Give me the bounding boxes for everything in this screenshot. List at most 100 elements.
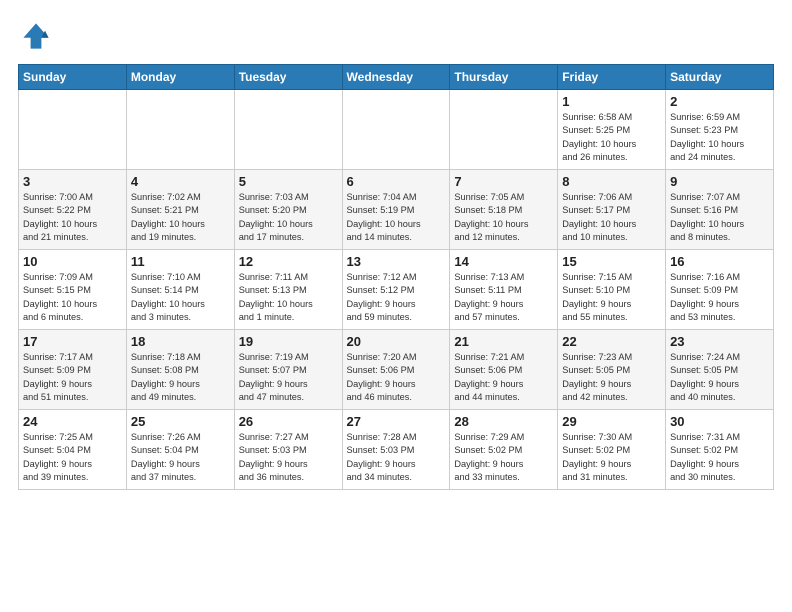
day-number: 27 (347, 414, 446, 429)
day-info: Sunrise: 7:13 AM Sunset: 5:11 PM Dayligh… (454, 271, 553, 324)
day-number: 17 (23, 334, 122, 349)
day-info: Sunrise: 7:27 AM Sunset: 5:03 PM Dayligh… (239, 431, 338, 484)
day-cell: 24Sunrise: 7:25 AM Sunset: 5:04 PM Dayli… (19, 410, 127, 490)
day-cell: 23 Sunrise: 7:24 AM Sunset: 5:05 PM Dayli… (666, 330, 774, 410)
day-number: 3 (23, 174, 122, 189)
day-number: 11 (131, 254, 230, 269)
week-row-0: 1Sunrise: 6:58 AM Sunset: 5:25 PM Daylig… (19, 90, 774, 170)
day-cell: 22 Sunrise: 7:23 AM Sunset: 5:05 PM Dayli… (558, 330, 666, 410)
day-info: Sunrise: 7:21 AM Sunset: 5:06 PM Dayligh… (454, 351, 553, 404)
day-info: Sunrise: 7:17 AM Sunset: 5:09 PM Dayligh… (23, 351, 122, 404)
day-info: Sunrise: 7:16 AM Sunset: 5:09 PM Dayligh… (670, 271, 769, 324)
day-info: Sunrise: 7:09 AM Sunset: 5:15 PM Dayligh… (23, 271, 122, 324)
day-cell: 12 Sunrise: 7:11 AM Sunset: 5:13 PM Dayli… (234, 250, 342, 330)
day-cell: 1Sunrise: 6:58 AM Sunset: 5:25 PM Daylig… (558, 90, 666, 170)
day-cell: 16 Sunrise: 7:16 AM Sunset: 5:09 PM Dayli… (666, 250, 774, 330)
day-cell: 20 Sunrise: 7:20 AM Sunset: 5:06 PM Dayli… (342, 330, 450, 410)
day-info: Sunrise: 7:24 AM Sunset: 5:05 PM Dayligh… (670, 351, 769, 404)
day-cell (450, 90, 558, 170)
day-info: Sunrise: 7:00 AM Sunset: 5:22 PM Dayligh… (23, 191, 122, 244)
day-number: 15 (562, 254, 661, 269)
day-number: 10 (23, 254, 122, 269)
day-cell: 6 Sunrise: 7:04 AM Sunset: 5:19 PM Daylig… (342, 170, 450, 250)
logo-icon (18, 18, 54, 54)
header (18, 18, 774, 54)
day-header-friday: Friday (558, 65, 666, 90)
day-info: Sunrise: 7:05 AM Sunset: 5:18 PM Dayligh… (454, 191, 553, 244)
day-info: Sunrise: 7:02 AM Sunset: 5:21 PM Dayligh… (131, 191, 230, 244)
header-row: SundayMondayTuesdayWednesdayThursdayFrid… (19, 65, 774, 90)
day-info: Sunrise: 7:06 AM Sunset: 5:17 PM Dayligh… (562, 191, 661, 244)
day-info: Sunrise: 7:28 AM Sunset: 5:03 PM Dayligh… (347, 431, 446, 484)
day-info: Sunrise: 7:10 AM Sunset: 5:14 PM Dayligh… (131, 271, 230, 324)
day-info: Sunrise: 7:11 AM Sunset: 5:13 PM Dayligh… (239, 271, 338, 324)
day-number: 23 (670, 334, 769, 349)
day-cell (342, 90, 450, 170)
day-cell: 19Sunrise: 7:19 AM Sunset: 5:07 PM Dayli… (234, 330, 342, 410)
day-number: 4 (131, 174, 230, 189)
day-cell: 13Sunrise: 7:12 AM Sunset: 5:12 PM Dayli… (342, 250, 450, 330)
day-number: 12 (239, 254, 338, 269)
day-number: 6 (347, 174, 446, 189)
day-info: Sunrise: 7:26 AM Sunset: 5:04 PM Dayligh… (131, 431, 230, 484)
day-number: 13 (347, 254, 446, 269)
day-cell: 30 Sunrise: 7:31 AM Sunset: 5:02 PM Dayli… (666, 410, 774, 490)
day-cell: 4 Sunrise: 7:02 AM Sunset: 5:21 PM Daylig… (126, 170, 234, 250)
day-cell: 10 Sunrise: 7:09 AM Sunset: 5:15 PM Dayli… (19, 250, 127, 330)
page: SundayMondayTuesdayWednesdayThursdayFrid… (0, 0, 792, 502)
day-info: Sunrise: 7:30 AM Sunset: 5:02 PM Dayligh… (562, 431, 661, 484)
day-cell: 17 Sunrise: 7:17 AM Sunset: 5:09 PM Dayli… (19, 330, 127, 410)
day-cell: 11 Sunrise: 7:10 AM Sunset: 5:14 PM Dayli… (126, 250, 234, 330)
calendar-table: SundayMondayTuesdayWednesdayThursdayFrid… (18, 64, 774, 490)
day-cell: 7 Sunrise: 7:05 AM Sunset: 5:18 PM Daylig… (450, 170, 558, 250)
day-number: 20 (347, 334, 446, 349)
day-cell: 21 Sunrise: 7:21 AM Sunset: 5:06 PM Dayli… (450, 330, 558, 410)
day-number: 16 (670, 254, 769, 269)
day-number: 8 (562, 174, 661, 189)
day-cell (19, 90, 127, 170)
day-header-sunday: Sunday (19, 65, 127, 90)
day-number: 18 (131, 334, 230, 349)
day-info: Sunrise: 7:04 AM Sunset: 5:19 PM Dayligh… (347, 191, 446, 244)
day-info: Sunrise: 7:07 AM Sunset: 5:16 PM Dayligh… (670, 191, 769, 244)
day-cell: 18 Sunrise: 7:18 AM Sunset: 5:08 PM Dayli… (126, 330, 234, 410)
day-number: 22 (562, 334, 661, 349)
day-number: 9 (670, 174, 769, 189)
day-number: 7 (454, 174, 553, 189)
day-cell: 15 Sunrise: 7:15 AM Sunset: 5:10 PM Dayli… (558, 250, 666, 330)
day-cell: 26Sunrise: 7:27 AM Sunset: 5:03 PM Dayli… (234, 410, 342, 490)
day-header-monday: Monday (126, 65, 234, 90)
day-info: Sunrise: 7:20 AM Sunset: 5:06 PM Dayligh… (347, 351, 446, 404)
day-number: 19 (239, 334, 338, 349)
day-info: Sunrise: 7:18 AM Sunset: 5:08 PM Dayligh… (131, 351, 230, 404)
day-number: 14 (454, 254, 553, 269)
calendar-body: 1Sunrise: 6:58 AM Sunset: 5:25 PM Daylig… (19, 90, 774, 490)
week-row-3: 17 Sunrise: 7:17 AM Sunset: 5:09 PM Dayli… (19, 330, 774, 410)
day-header-thursday: Thursday (450, 65, 558, 90)
calendar-header: SundayMondayTuesdayWednesdayThursdayFrid… (19, 65, 774, 90)
day-number: 2 (670, 94, 769, 109)
day-info: Sunrise: 7:31 AM Sunset: 5:02 PM Dayligh… (670, 431, 769, 484)
day-info: Sunrise: 7:15 AM Sunset: 5:10 PM Dayligh… (562, 271, 661, 324)
week-row-4: 24Sunrise: 7:25 AM Sunset: 5:04 PM Dayli… (19, 410, 774, 490)
day-header-wednesday: Wednesday (342, 65, 450, 90)
day-info: Sunrise: 7:23 AM Sunset: 5:05 PM Dayligh… (562, 351, 661, 404)
week-row-1: 3 Sunrise: 7:00 AM Sunset: 5:22 PM Daylig… (19, 170, 774, 250)
day-number: 5 (239, 174, 338, 189)
day-number: 30 (670, 414, 769, 429)
day-cell: 25Sunrise: 7:26 AM Sunset: 5:04 PM Dayli… (126, 410, 234, 490)
day-cell: 5 Sunrise: 7:03 AM Sunset: 5:20 PM Daylig… (234, 170, 342, 250)
day-cell: 2Sunrise: 6:59 AM Sunset: 5:23 PM Daylig… (666, 90, 774, 170)
day-number: 29 (562, 414, 661, 429)
day-number: 24 (23, 414, 122, 429)
day-number: 21 (454, 334, 553, 349)
day-info: Sunrise: 7:29 AM Sunset: 5:02 PM Dayligh… (454, 431, 553, 484)
day-number: 28 (454, 414, 553, 429)
day-cell: 3 Sunrise: 7:00 AM Sunset: 5:22 PM Daylig… (19, 170, 127, 250)
day-cell: 14 Sunrise: 7:13 AM Sunset: 5:11 PM Dayli… (450, 250, 558, 330)
day-header-tuesday: Tuesday (234, 65, 342, 90)
day-cell: 28 Sunrise: 7:29 AM Sunset: 5:02 PM Dayli… (450, 410, 558, 490)
day-info: Sunrise: 7:03 AM Sunset: 5:20 PM Dayligh… (239, 191, 338, 244)
week-row-2: 10 Sunrise: 7:09 AM Sunset: 5:15 PM Dayli… (19, 250, 774, 330)
day-header-saturday: Saturday (666, 65, 774, 90)
